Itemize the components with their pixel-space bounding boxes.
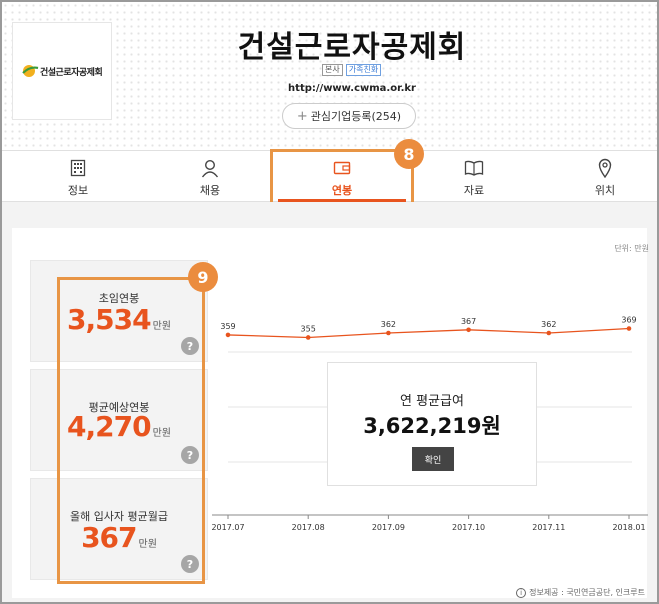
data-point [225,332,231,338]
confirm-button[interactable]: 확인 [412,447,454,471]
tab-resources[interactable]: 자료 [434,157,514,198]
source-text: 정보제공 : 국민연금공단, 인크루트 [529,588,645,597]
data-label: 367 [461,317,476,326]
x-tick-label: 2017.11 [532,523,565,532]
follow-label: 관심기업등록(254) [310,110,402,123]
company-name: 건설근로자공제회 [237,30,467,65]
tab-info-label: 정보 [67,184,89,197]
x-tick-label: 2018.01 [612,523,645,532]
badge-hq: 본사 [322,64,343,76]
unit-note: 단위: 만원 [614,244,649,253]
tab-resources-label: 자료 [463,184,485,197]
data-label: 355 [301,324,316,333]
x-tick-label: 2017.08 [292,523,325,532]
stats-highlight-box [57,277,205,584]
marker-8-badge: 8 [394,139,424,169]
company-badges: 본사 가족친화 [322,64,382,76]
data-point [466,327,471,333]
book-icon [464,160,484,176]
plus-icon: + [296,108,308,124]
tab-jobs-label: 채용 [199,184,221,197]
data-label: 362 [381,320,396,329]
logo-mark-icon [22,65,39,77]
follow-company-button[interactable]: + 관심기업등록(254) [282,103,416,129]
data-point [626,326,632,331]
info-icon: i [516,588,527,598]
data-label: 369 [621,316,636,325]
x-tick-label: 2017.09 [372,523,405,532]
average-salary-popup: 연 평균급여 3,622,219원 확인 [327,362,537,486]
data-label: 359 [220,322,235,331]
data-source: i 정보제공 : 국민연금공단, 인크루트 [516,587,645,598]
location-pin-icon [598,158,612,178]
homepage-link[interactable]: http://www.cwma.or.kr [2,83,657,94]
series-line [227,327,630,339]
company-header: 건설근로자공제회 건설근로자공제회 본사 가족친화 http://www.cwm… [2,2,657,150]
tab-jobs[interactable]: 채용 [170,157,250,198]
badge-family-friendly[interactable]: 가족친화 [345,64,382,76]
app-frame: 건설근로자공제회 건설근로자공제회 본사 가족친화 http://www.cwm… [0,0,659,604]
tab-location[interactable]: 위치 [565,157,645,198]
data-label: 362 [541,320,556,329]
building-icon [70,159,86,177]
x-tick-label: 2017.10 [452,523,485,532]
person-icon [201,159,219,177]
tab-info[interactable]: 정보 [38,157,118,198]
data-point [305,335,311,340]
tab-location-label: 위치 [594,184,616,197]
data-point [546,330,552,336]
data-point [386,330,391,336]
x-tick-label: 2017.07 [212,523,245,532]
popup-value: 3,622,219원 [363,414,501,438]
popup-title: 연 평균급여 [400,394,464,409]
logo-text: 건설근로자공제회 [40,68,103,78]
